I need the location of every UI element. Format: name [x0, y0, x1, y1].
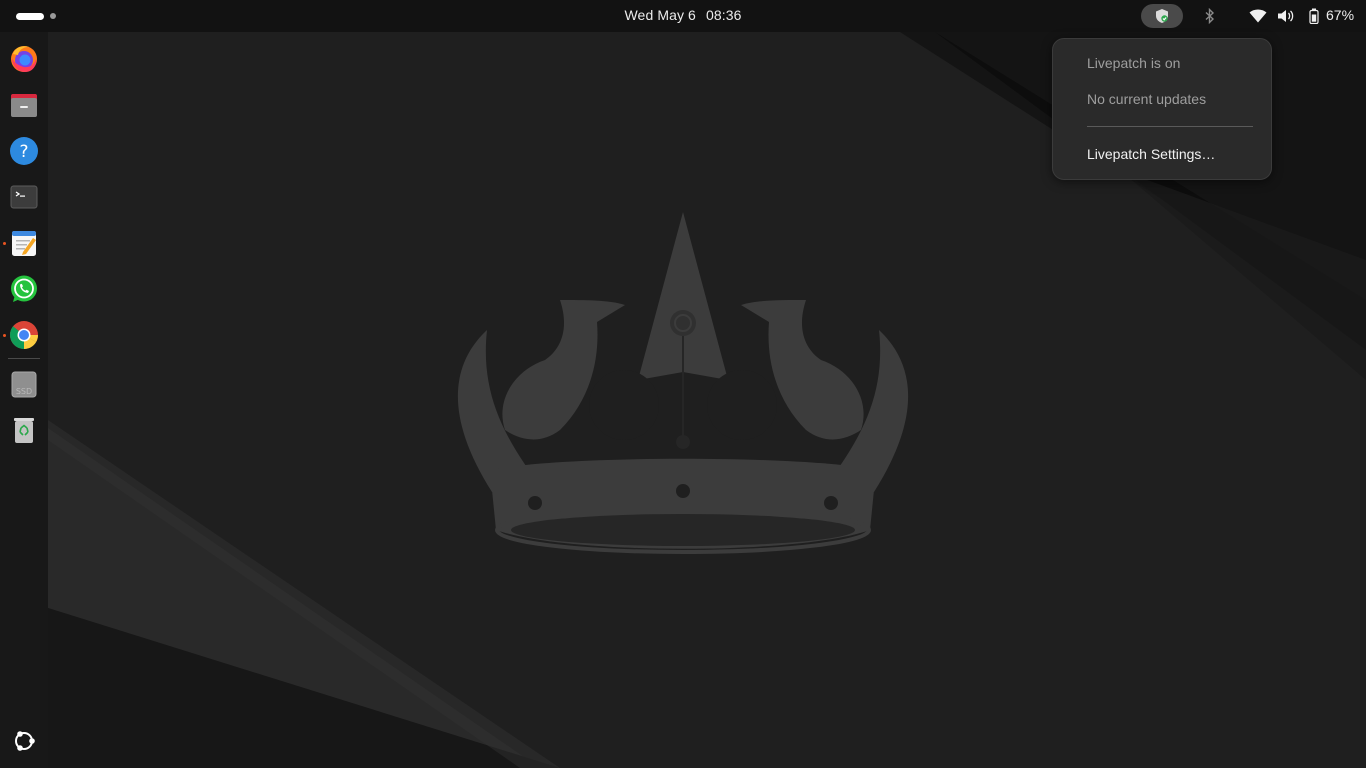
- menu-separator: [1087, 126, 1253, 127]
- dock-app-whatsapp[interactable]: [8, 273, 40, 305]
- clock-time: 08:36: [705, 7, 742, 23]
- show-applications-button[interactable]: [8, 725, 40, 757]
- livepatch-settings-item[interactable]: Livepatch Settings…: [1087, 146, 1215, 162]
- livepatch-status-item: Livepatch is on: [1087, 55, 1181, 71]
- dock: ? SSD: [0, 32, 48, 768]
- clock-date: Wed May 6: [624, 7, 696, 23]
- desktop[interactable]: Wed May 6 08:36 67% ? SSD Livepatch is o…: [0, 0, 1366, 768]
- livepatch-updates-item: No current updates: [1087, 91, 1207, 107]
- dock-app-files[interactable]: [8, 89, 40, 121]
- wifi-icon: [1249, 9, 1267, 23]
- dock-trash[interactable]: [8, 414, 40, 446]
- svg-text:?: ?: [19, 142, 28, 162]
- running-indicator: [3, 334, 6, 337]
- livepatch-shield-icon: [1156, 9, 1168, 23]
- text-editor-icon: [12, 231, 36, 256]
- battery-icon: [1309, 8, 1319, 24]
- dock-app-help[interactable]: ?: [8, 135, 40, 167]
- dock-app-firefox[interactable]: [8, 43, 40, 75]
- battery-indicator[interactable]: [1306, 0, 1322, 32]
- help-icon: ?: [10, 137, 38, 165]
- ssd-label: SSD: [16, 387, 32, 396]
- files-icon: [11, 94, 37, 117]
- bluetooth-indicator[interactable]: [1200, 0, 1220, 32]
- dock-drive-ssd[interactable]: SSD: [8, 368, 40, 400]
- livepatch-indicator-button[interactable]: [1141, 4, 1183, 28]
- volume-indicator[interactable]: [1276, 0, 1296, 32]
- battery-percentage: 67%: [1326, 7, 1355, 23]
- whatsapp-icon: [11, 275, 37, 302]
- dock-app-terminal[interactable]: [8, 181, 40, 213]
- volume-icon: [1278, 10, 1294, 22]
- trash-icon: [14, 418, 34, 443]
- firefox-icon: [11, 46, 37, 72]
- wifi-indicator[interactable]: [1248, 0, 1268, 32]
- dock-separator: [8, 358, 40, 359]
- dock-app-text-editor[interactable]: [8, 227, 40, 259]
- terminal-icon: [10, 185, 38, 209]
- livepatch-menu: Livepatch is on No current updates Livep…: [1052, 38, 1272, 180]
- chrome-icon: [9, 321, 38, 349]
- ubuntu-logo-icon: [15, 731, 35, 751]
- bluetooth-icon: [1205, 8, 1215, 24]
- ssd-drive-icon: SSD: [11, 371, 37, 398]
- running-indicator: [3, 242, 6, 245]
- top-bar: Wed May 6 08:36 67%: [0, 0, 1366, 32]
- dock-app-chrome[interactable]: [8, 319, 40, 351]
